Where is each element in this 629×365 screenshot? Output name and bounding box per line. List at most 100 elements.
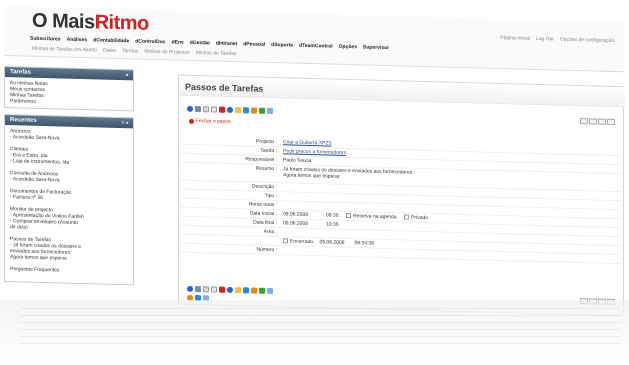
pin-icon[interactable] [235, 287, 241, 294]
logo: O MaisRitmo [32, 10, 149, 36]
data-inicial-time: 09:30 [326, 212, 339, 219]
nav-item-intranet[interactable]: dIntranet [216, 41, 237, 48]
copy-icon[interactable] [203, 286, 209, 293]
encerrado-date: 09.06.2008 [319, 239, 345, 246]
data-inicial-date: 09.06.2008 [283, 211, 309, 218]
resumo-value: Já foram criados os dossiers e enviados … [283, 166, 414, 181]
recent-group: Consulta de Anúncios - Acordeão Sara-Nov… [10, 170, 128, 185]
sidebar: Tarefas ◂ As minhas Notas Meus contactos… [4, 66, 134, 291]
horas-label: Horas reais : [248, 201, 277, 209]
subnav-item-minhas-tarefas[interactable]: Minhas de Tarefas [196, 50, 237, 57]
resumo-label: Resumo : [255, 165, 277, 173]
logout-link[interactable]: Log Out [536, 36, 554, 42]
reflection-ghost [20, 304, 620, 344]
encerrado-label: Encerrado [290, 238, 314, 246]
recent-group: Anúncios - Acordeão Sara-Nova [10, 128, 128, 143]
attach-icon[interactable] [267, 107, 273, 115]
delete-icon[interactable] [219, 286, 225, 293]
collapse-icon[interactable]: ◂ [125, 72, 128, 78]
main-panel: Passos de Tarefas Fechar o passo Project… [178, 74, 625, 317]
top-links: Página Inicial Log Out Opções de configu… [500, 35, 614, 44]
responsavel-label: Responsável : [245, 156, 277, 164]
copy-icon[interactable] [203, 106, 209, 113]
close-step-link[interactable]: Fechar o passo [189, 118, 230, 125]
resumo-line-2: Agora temos que esperar. [283, 172, 341, 180]
document-icon[interactable] [211, 286, 217, 293]
nav-item-gestao[interactable]: dGestão [190, 40, 210, 47]
tarefa-label: Tarefa : [260, 147, 277, 155]
prev-page-button[interactable] [589, 118, 597, 125]
search-icon[interactable] [195, 106, 201, 113]
new-icon[interactable] [187, 285, 193, 292]
reserva-agenda-checkbox[interactable] [345, 213, 351, 219]
nav-item-env[interactable]: dEnv [172, 39, 184, 45]
logo-main: Mais [52, 10, 95, 34]
recent-group-title[interactable]: Perguntas Frequentes [10, 266, 128, 275]
data-final-date: 09.06.2008 [283, 220, 309, 227]
header: O MaisRitmo Subscritores Análises dConta… [4, 6, 624, 73]
info-icon[interactable] [227, 286, 233, 293]
nav-item-teamcontrol[interactable]: dTeamControl [299, 43, 333, 50]
nav-item-supervisor[interactable]: Supervisor [363, 44, 389, 51]
logo-accent: Ritmo [94, 11, 149, 35]
new-icon[interactable] [187, 105, 193, 112]
tarefa-link[interactable]: Pedir precos a fornecedores [283, 148, 346, 156]
nav-item-analises[interactable]: Análises [67, 37, 88, 44]
task-step-form: Projecto : Criar a Guitarra XPZ5 Tarefa … [179, 135, 625, 265]
subnav-item-datas[interactable]: Datas [103, 48, 116, 54]
tipo-label: Tipo : [264, 192, 277, 200]
data-final-label: Data final : [253, 219, 277, 227]
bottom-toolbar [187, 285, 273, 295]
document-icon[interactable] [211, 106, 217, 113]
logo-prefix: O [32, 9, 48, 33]
tarefas-panel-title: Tarefas [10, 69, 31, 76]
calendar-icon[interactable] [243, 107, 249, 114]
first-page-button[interactable] [580, 118, 588, 125]
attach-icon[interactable] [267, 287, 273, 295]
data-final-value: 09.06.2008 10:30 [283, 220, 339, 227]
app-window: O MaisRitmo Subscritores Análises dConta… [4, 6, 625, 323]
nav-item-controldoc[interactable]: dControlDoc [135, 38, 165, 45]
screenshot-stage: O MaisRitmo Subscritores Análises dConta… [0, 0, 629, 365]
close-step-label: Fechar o passo [196, 118, 231, 125]
reserva-agenda-label: Reserva na agenda [352, 213, 397, 221]
panel-controls-icon[interactable]: ▿ ◂ [122, 120, 128, 126]
recent-group: Passos de Tarefas - Já foram criados os … [10, 236, 128, 263]
recent-group: Monitor de projecto - Apresentação do Vi… [10, 206, 128, 233]
tarefas-panel-body: As minhas Notas Meus contactos Minhas Ta… [5, 77, 133, 110]
info-icon[interactable] [227, 106, 233, 113]
nav-item-contabilidade[interactable]: dContabilidade [93, 37, 129, 44]
encerrado-checkbox[interactable] [283, 238, 288, 244]
home-link[interactable]: Página Inicial [500, 35, 530, 42]
encerrado-time: 09:54:38 [354, 240, 374, 247]
tarefas-panel: Tarefas ◂ As minhas Notas Meus contactos… [4, 66, 134, 112]
recent-group: Clientes - Era e Estro, lda - Loja de In… [10, 146, 128, 167]
search-icon[interactable] [195, 286, 201, 293]
privado-checkbox[interactable] [403, 214, 409, 220]
subnav-item-tarefas[interactable]: Tarefas [122, 48, 138, 54]
delete-icon[interactable] [219, 106, 225, 113]
settings-link[interactable]: Opções de configuração [560, 37, 614, 44]
projecto-link[interactable]: Criar a Guitarra XPZ5 [283, 139, 331, 146]
nav-item-opcoes[interactable]: Opções [339, 44, 357, 50]
nav-item-subscritores[interactable]: Subscritores [30, 36, 61, 43]
recent-group: Perguntas Frequentes [10, 266, 128, 275]
export-icon[interactable] [259, 107, 265, 114]
subnav-item-tarefas-aberto[interactable]: Minhas de Tarefas em Aberto [32, 46, 97, 54]
export-icon[interactable] [259, 287, 265, 294]
last-page-button[interactable] [607, 118, 615, 125]
calendar-icon[interactable] [243, 287, 249, 294]
page-title: Passos de Tarefas [185, 81, 264, 94]
numero-label: Número : [256, 246, 277, 254]
top-pager [580, 118, 615, 125]
filter-icon[interactable] [251, 107, 257, 114]
subnav-item-projectos[interactable]: Minhas de Projectos [144, 49, 189, 56]
next-page-button[interactable] [598, 118, 606, 125]
nav-item-pessoal[interactable]: dPessoal [243, 41, 265, 48]
close-icon [189, 118, 194, 124]
filter-icon[interactable] [251, 287, 257, 294]
pin-icon[interactable] [235, 107, 241, 114]
encerrado-value: Encerrado 09.06.2008 09:54:38 [283, 238, 374, 247]
nav-item-suporte[interactable]: dSuporte [271, 42, 293, 49]
descricao-label: Descrição : [251, 183, 277, 191]
